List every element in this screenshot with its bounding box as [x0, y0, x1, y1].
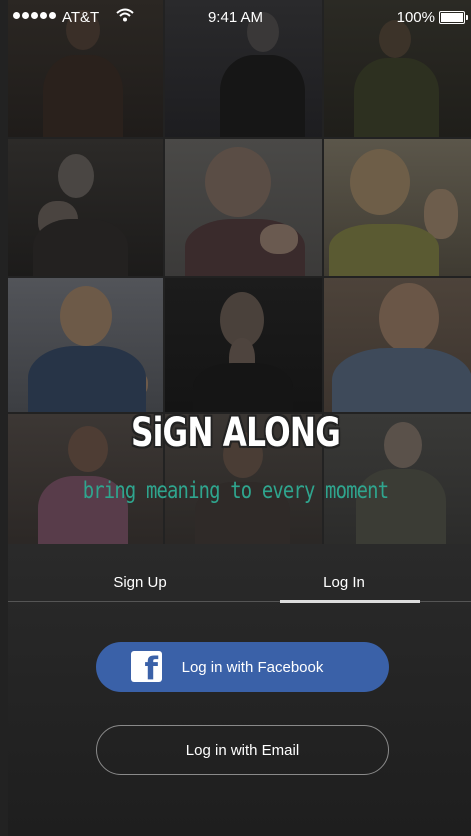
tab-log-in[interactable]: Log In — [264, 574, 424, 591]
photo-tile — [165, 139, 322, 276]
facebook-login-label: Log in with Facebook — [181, 658, 324, 676]
photo-tile — [8, 139, 163, 276]
photo-grid-background — [8, 0, 471, 550]
photo-tile — [165, 278, 322, 412]
auth-panel: Sign Up Log In f Log in with Facebook Lo… — [8, 544, 471, 836]
photo-tile — [8, 278, 163, 412]
battery-percentage: 100% — [396, 9, 435, 26]
login-screen: AT&T 9:41 AM 100% SiGN ALONG bring meani… — [0, 0, 471, 836]
email-login-button[interactable]: Log in with Email — [96, 725, 389, 775]
active-tab-indicator — [280, 600, 420, 603]
app-logo: SiGN ALONG — [130, 410, 341, 456]
photo-tile — [324, 278, 471, 412]
status-bar: AT&T 9:41 AM 100% — [0, 0, 471, 34]
photo-tile — [324, 139, 471, 276]
app-tagline: bring meaning to every moment — [82, 478, 389, 504]
facebook-login-button[interactable]: f Log in with Facebook — [96, 642, 389, 692]
facebook-icon: f — [131, 651, 162, 682]
battery-icon — [439, 11, 468, 24]
email-login-label: Log in with Email — [185, 741, 300, 759]
auth-tabs: Sign Up Log In — [8, 544, 471, 603]
tab-sign-up[interactable]: Sign Up — [60, 574, 220, 591]
